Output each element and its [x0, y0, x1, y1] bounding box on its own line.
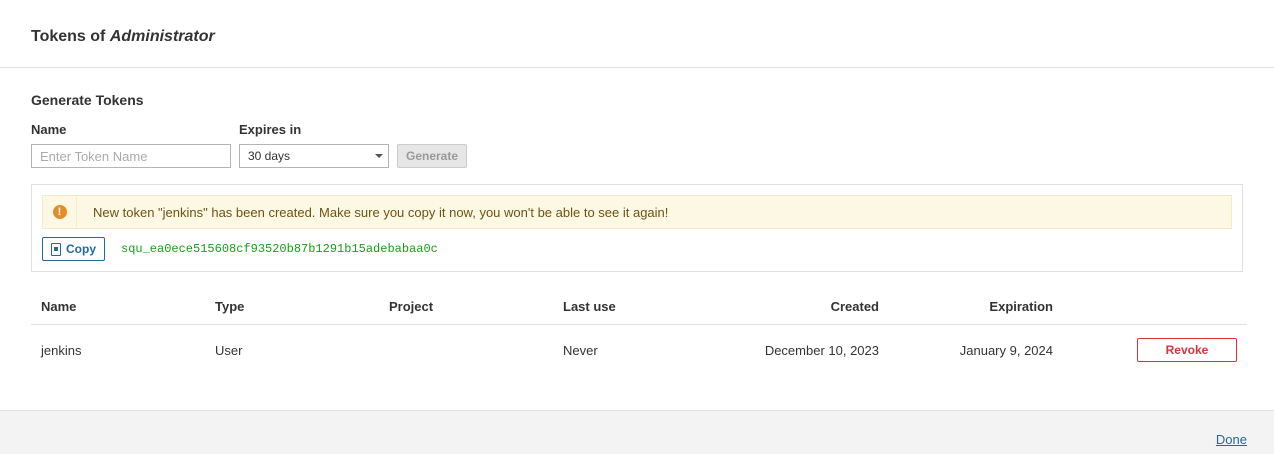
name-label: Name — [31, 122, 67, 137]
done-link[interactable]: Done — [1216, 432, 1247, 447]
cell-created: December 10, 2023 — [764, 342, 879, 358]
expires-select-value: 30 days — [248, 149, 291, 163]
chevron-down-icon — [375, 154, 383, 158]
cell-expiration: January 9, 2024 — [959, 342, 1053, 358]
cell-project — [379, 324, 553, 376]
generate-section-title: Generate Tokens — [31, 92, 144, 108]
token-value[interactable]: squ_ea0ece515608cf93520b87b1291b15adebab… — [121, 242, 438, 256]
revoke-button[interactable]: Revoke — [1137, 338, 1237, 363]
exclamation-circle-icon: ! — [52, 205, 67, 219]
table-row: jenkins User Never December 10, 2023 Jan… — [31, 324, 1247, 376]
modal-title: Tokens of Administrator — [31, 28, 1243, 46]
col-header-actions — [1063, 290, 1247, 325]
clipboard-icon — [51, 242, 61, 256]
col-header-created: Created — [673, 290, 889, 325]
copy-button-label: Copy — [66, 242, 96, 256]
token-copy-row: Copy squ_ea0ece515608cf93520b87b1291b15a… — [42, 237, 1232, 261]
copy-button[interactable]: Copy — [42, 237, 105, 261]
modal-header: Tokens of Administrator — [0, 0, 1274, 68]
modal-footer: Done — [0, 410, 1274, 454]
col-header-name: Name — [31, 290, 205, 325]
modal-body: Generate Tokens Name Expires in 30 days … — [0, 68, 1274, 376]
generate-button[interactable]: Generate — [397, 144, 468, 168]
alert-message: New token "jenkins" has been created. Ma… — [93, 204, 669, 220]
token-created-alert: ! New token "jenkins" has been created. … — [42, 195, 1232, 229]
tokens-table: Name Type Project Last use Created Expir… — [31, 290, 1247, 376]
col-header-project: Project — [379, 290, 553, 325]
table-header-row: Name Type Project Last use Created Expir… — [31, 290, 1247, 325]
token-name-input[interactable] — [31, 144, 231, 168]
col-header-type: Type — [205, 290, 379, 325]
cell-last-use: Never — [563, 342, 598, 358]
col-header-expiration: Expiration — [889, 290, 1063, 325]
generate-form: Name Expires in 30 days Generate — [31, 122, 1243, 168]
expires-label: Expires in — [239, 122, 302, 137]
col-header-last-use: Last use — [553, 290, 673, 325]
cell-actions: Revoke — [1063, 324, 1247, 376]
cell-type: User — [215, 342, 243, 358]
title-user: Administrator — [109, 28, 215, 45]
alert-icon-cell: ! — [43, 196, 77, 228]
expires-field-group: Expires in 30 days — [239, 122, 389, 168]
cell-name: jenkins — [41, 342, 82, 358]
expires-select[interactable]: 30 days — [239, 144, 389, 168]
title-prefix: Tokens of — [31, 28, 106, 45]
new-token-panel: ! New token "jenkins" has been created. … — [31, 184, 1243, 272]
name-field-group: Name — [31, 122, 231, 168]
